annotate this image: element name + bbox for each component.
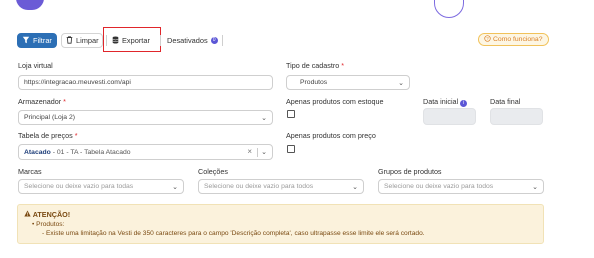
brands-placeholder: Selecione ou deixe vazio para todas bbox=[24, 183, 134, 190]
store-label: Loja virtual bbox=[18, 61, 53, 70]
chevron-down-icon: ⌄ bbox=[352, 184, 358, 191]
product-groups-select[interactable]: Selecione ou deixe vazio para todos ⌄ bbox=[378, 179, 544, 194]
clear-button[interactable]: Limpar bbox=[61, 33, 103, 48]
warning-alert: ATENÇÃO! • Produtos: - Existe uma limita… bbox=[17, 204, 544, 244]
info-icon: i bbox=[460, 100, 468, 107]
help-link[interactable]: ? Como funciona? bbox=[478, 33, 549, 46]
warning-icon bbox=[24, 210, 33, 219]
only-stock-label: Apenas produtos com estoque bbox=[286, 97, 384, 106]
chevron-down-icon: ⌄ bbox=[398, 80, 404, 87]
product-groups-label: Grupos de produtos bbox=[378, 167, 442, 176]
export-highlight-box bbox=[103, 27, 161, 52]
chevron-down-icon: ⌄ bbox=[261, 115, 267, 122]
toolbar-divider bbox=[160, 35, 161, 46]
filter-button[interactable]: Filtrar bbox=[17, 33, 57, 48]
warehouse-select[interactable]: Principal (Loja 2) ⌄ bbox=[18, 110, 273, 125]
start-date-input[interactable] bbox=[423, 108, 476, 125]
price-table-label: Tabela de preços * bbox=[18, 131, 78, 140]
register-type-value: Produtos bbox=[300, 79, 328, 86]
product-groups-placeholder: Selecione ou deixe vazio para todos bbox=[384, 183, 494, 190]
filter-button-label: Filtrar bbox=[33, 36, 52, 45]
brands-label: Marcas bbox=[18, 167, 42, 176]
toolbar-divider bbox=[222, 35, 223, 46]
alert-text: - Existe uma limitação na Vesti de 350 c… bbox=[42, 230, 425, 237]
collections-placeholder: Selecione ou deixe vazio para todos bbox=[204, 183, 314, 190]
collections-select[interactable]: Selecione ou deixe vazio para todos ⌄ bbox=[198, 179, 364, 194]
chevron-down-icon: ⌄ bbox=[261, 149, 267, 156]
disabled-button-label: Desativados bbox=[167, 36, 208, 45]
register-type-label: Tipo de cadastro * bbox=[286, 61, 345, 70]
help-circle-icon: ? bbox=[484, 35, 491, 44]
end-date-label: Data final bbox=[490, 97, 521, 106]
store-input[interactable]: https://integracao.meuvesti.com/api bbox=[18, 75, 273, 90]
disabled-count-badge: 0 bbox=[210, 37, 218, 44]
warehouse-value: Principal (Loja 2) bbox=[24, 114, 75, 121]
clear-button-label: Limpar bbox=[76, 36, 99, 45]
clear-selection-icon[interactable]: × bbox=[247, 147, 252, 156]
alert-title: ATENÇÃO! bbox=[24, 210, 70, 219]
price-table-select[interactable]: Atacado - 01 - TA - Tabela Atacado × ⌄ bbox=[18, 144, 273, 160]
collections-label: Coleções bbox=[198, 167, 228, 176]
store-value: https://integracao.meuvesti.com/api bbox=[24, 79, 131, 86]
brands-select[interactable]: Selecione ou deixe vazio para todas ⌄ bbox=[18, 179, 184, 194]
start-date-label: Data inicial i bbox=[423, 97, 468, 107]
help-link-label: Como funciona? bbox=[493, 36, 543, 43]
select-divider bbox=[257, 148, 258, 157]
chevron-down-icon: ⌄ bbox=[532, 184, 538, 191]
only-price-label: Apenas produtos com preço bbox=[286, 131, 376, 140]
only-price-checkbox[interactable] bbox=[287, 145, 295, 153]
funnel-icon bbox=[22, 36, 30, 46]
register-type-select[interactable]: Produtos ⌄ bbox=[286, 75, 410, 90]
only-stock-checkbox[interactable] bbox=[287, 110, 295, 118]
avatar-blob bbox=[16, 0, 44, 10]
price-table-value: Atacado - 01 - TA - Tabela Atacado bbox=[24, 148, 131, 156]
chevron-down-icon: ⌄ bbox=[172, 184, 178, 191]
alert-item: • Produtos: bbox=[32, 221, 65, 228]
avatar-ring bbox=[434, 0, 464, 18]
warehouse-label: Armazenador * bbox=[18, 97, 66, 106]
svg-text:?: ? bbox=[486, 36, 489, 41]
end-date-input[interactable] bbox=[490, 108, 543, 125]
trash-icon bbox=[66, 35, 73, 46]
disabled-toggle-button[interactable]: Desativados 0 bbox=[163, 33, 222, 48]
